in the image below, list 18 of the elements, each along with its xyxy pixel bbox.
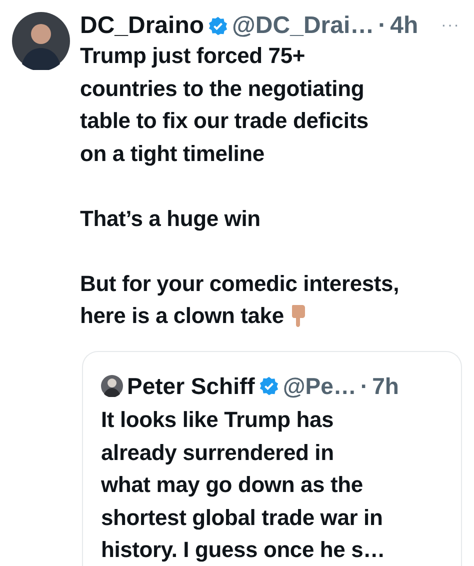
separator-dot: · [378,12,386,40]
author-handle[interactable]: @Pe… [282,372,356,400]
post-text: But for your comedic interests, here is a clown take [80,270,400,330]
author-name[interactable]: DC_Draino [80,12,204,40]
author-handle[interactable]: @DC_Drai… [232,12,374,40]
post-time[interactable]: 7h [372,372,399,400]
post-time[interactable]: 4h [390,12,418,40]
post-text: That’s a huge win [80,204,262,233]
separator-dot: · [360,372,368,400]
avatar-icon[interactable] [12,12,70,70]
pointing-down-hand-icon [290,303,308,327]
quoted-post-card[interactable]: Peter Schiff @Pe… · 7h It looks like Trump has already surrendered in what may go down as the shortest global trade war in history. I guess once he s… [82,351,462,566]
post-text: Trump just forced 75+ countries to the negotiating table to fix our trade deficits on a tight timeline [80,42,370,168]
verified-badge-icon [208,16,228,36]
avatar-icon[interactable] [101,375,123,397]
quoted-post-text: It looks like Trump has already surrendered in what may go down as the shortest global trade war in history. I guess once he s… [101,406,386,564]
author-name[interactable]: Peter Schiff [127,372,255,400]
verified-badge-icon [258,376,279,396]
